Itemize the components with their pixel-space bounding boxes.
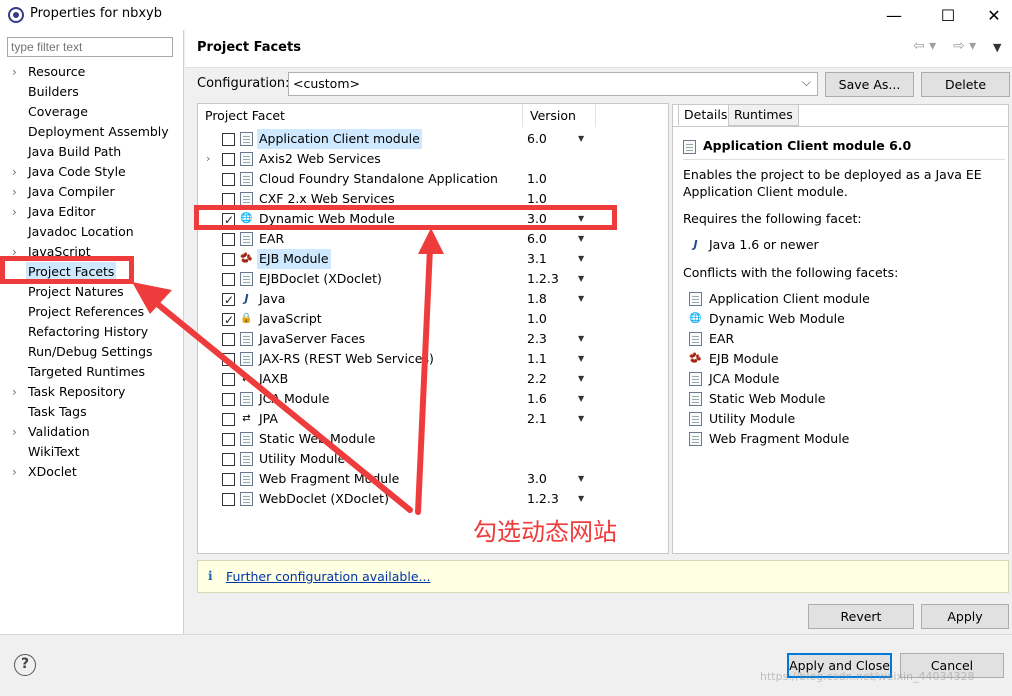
annotation-arrowhead-facet [418, 228, 444, 254]
watermark: https://blog.csdn.net/weixin_44034328 [760, 670, 975, 683]
annotation-text: 勾选动态网站 [473, 518, 617, 546]
annotation-arrow-to-facet [415, 245, 433, 515]
annotation-arrows [132, 228, 444, 515]
annotation-arrow-to-nav [147, 295, 413, 513]
